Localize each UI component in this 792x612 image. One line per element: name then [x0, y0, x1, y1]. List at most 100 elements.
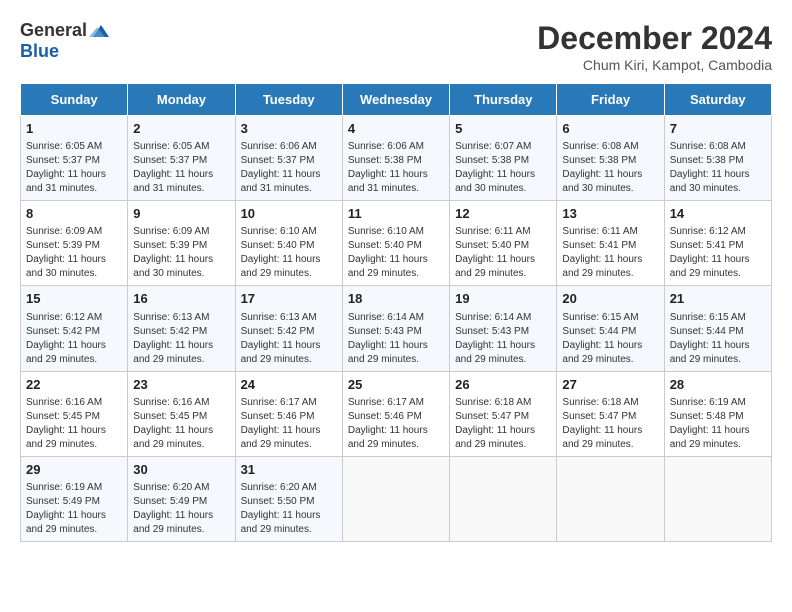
day-info: Sunrise: 6:17 AM Sunset: 5:46 PM Dayligh…: [348, 396, 444, 452]
day-cell: 4 Sunrise: 6:06 AM Sunset: 5:38 PM Daylig…: [342, 116, 449, 201]
day-cell: 25 Sunrise: 6:17 AM Sunset: 5:46 PM Dayli…: [342, 371, 449, 456]
day-cell: 23 Sunrise: 6:16 AM Sunset: 5:45 PM Dayli…: [128, 371, 235, 456]
day-number: 4: [348, 120, 444, 138]
day-number: 13: [562, 205, 658, 223]
day-cell: 17 Sunrise: 6:13 AM Sunset: 5:42 PM Dayli…: [235, 286, 342, 371]
day-number: 15: [26, 290, 122, 308]
day-number: 9: [133, 205, 229, 223]
day-cell: 6 Sunrise: 6:08 AM Sunset: 5:38 PM Daylig…: [557, 116, 664, 201]
day-number: 31: [241, 461, 337, 479]
day-number: 12: [455, 205, 551, 223]
day-info: Sunrise: 6:08 AM Sunset: 5:38 PM Dayligh…: [562, 140, 658, 196]
day-info: Sunrise: 6:20 AM Sunset: 5:50 PM Dayligh…: [241, 481, 337, 537]
day-number: 27: [562, 376, 658, 394]
header-cell-thursday: Thursday: [450, 84, 557, 116]
day-number: 6: [562, 120, 658, 138]
title-block: December 2024 Chum Kiri, Kampot, Cambodi…: [537, 20, 772, 73]
day-cell: [664, 456, 771, 541]
day-info: Sunrise: 6:15 AM Sunset: 5:44 PM Dayligh…: [670, 311, 766, 367]
location-subtitle: Chum Kiri, Kampot, Cambodia: [537, 57, 772, 73]
week-row-1: 1 Sunrise: 6:05 AM Sunset: 5:37 PM Daylig…: [21, 116, 772, 201]
day-info: Sunrise: 6:07 AM Sunset: 5:38 PM Dayligh…: [455, 140, 551, 196]
day-info: Sunrise: 6:13 AM Sunset: 5:42 PM Dayligh…: [133, 311, 229, 367]
day-number: 21: [670, 290, 766, 308]
day-cell: 20Sunrise: 6:15 AM Sunset: 5:44 PM Dayli…: [557, 286, 664, 371]
day-info: Sunrise: 6:16 AM Sunset: 5:45 PM Dayligh…: [133, 396, 229, 452]
day-cell: 30Sunrise: 6:20 AM Sunset: 5:49 PM Dayli…: [128, 456, 235, 541]
day-number: 23: [133, 376, 229, 394]
calendar-header: SundayMondayTuesdayWednesdayThursdayFrid…: [21, 84, 772, 116]
day-cell: 24 Sunrise: 6:17 AM Sunset: 5:46 PM Dayli…: [235, 371, 342, 456]
day-cell: 8Sunrise: 6:09 AM Sunset: 5:39 PM Daylig…: [21, 201, 128, 286]
day-number: 7: [670, 120, 766, 138]
day-number: 20: [562, 290, 658, 308]
day-cell: 22Sunrise: 6:16 AM Sunset: 5:45 PM Dayli…: [21, 371, 128, 456]
month-year-title: December 2024: [537, 20, 772, 57]
day-info: Sunrise: 6:14 AM Sunset: 5:43 PM Dayligh…: [348, 311, 444, 367]
day-number: 18: [348, 290, 444, 308]
header-cell-saturday: Saturday: [664, 84, 771, 116]
day-info: Sunrise: 6:14 AM Sunset: 5:43 PM Dayligh…: [455, 311, 551, 367]
day-info: Sunrise: 6:13 AM Sunset: 5:42 PM Dayligh…: [241, 311, 337, 367]
day-number: 14: [670, 205, 766, 223]
logo: General Blue: [20, 20, 113, 62]
day-cell: 29 Sunrise: 6:19 AM Sunset: 5:49 PM Dayli…: [21, 456, 128, 541]
day-number: 10: [241, 205, 337, 223]
day-number: 5: [455, 120, 551, 138]
day-number: 28: [670, 376, 766, 394]
day-info: Sunrise: 6:11 AM Sunset: 5:40 PM Dayligh…: [455, 225, 551, 281]
logo-blue-text: Blue: [20, 41, 59, 62]
day-info: Sunrise: 6:06 AM Sunset: 5:38 PM Dayligh…: [348, 140, 444, 196]
day-cell: 19 Sunrise: 6:14 AM Sunset: 5:43 PM Dayli…: [450, 286, 557, 371]
day-cell: 14 Sunrise: 6:12 AM Sunset: 5:41 PM Dayli…: [664, 201, 771, 286]
day-info: Sunrise: 6:06 AM Sunset: 5:37 PM Dayligh…: [241, 140, 337, 196]
header-cell-tuesday: Tuesday: [235, 84, 342, 116]
day-info: Sunrise: 6:18 AM Sunset: 5:47 PM Dayligh…: [455, 396, 551, 452]
day-cell: 31 Sunrise: 6:20 AM Sunset: 5:50 PM Dayli…: [235, 456, 342, 541]
calendar-body: 1 Sunrise: 6:05 AM Sunset: 5:37 PM Daylig…: [21, 116, 772, 542]
day-info: Sunrise: 6:12 AM Sunset: 5:41 PM Dayligh…: [670, 225, 766, 281]
day-cell: [450, 456, 557, 541]
day-number: 19: [455, 290, 551, 308]
day-info: Sunrise: 6:17 AM Sunset: 5:46 PM Dayligh…: [241, 396, 337, 452]
day-cell: [342, 456, 449, 541]
day-cell: 7 Sunrise: 6:08 AM Sunset: 5:38 PM Daylig…: [664, 116, 771, 201]
day-cell: 12 Sunrise: 6:11 AM Sunset: 5:40 PM Dayli…: [450, 201, 557, 286]
header-cell-wednesday: Wednesday: [342, 84, 449, 116]
day-number: 26: [455, 376, 551, 394]
day-cell: 28Sunrise: 6:19 AM Sunset: 5:48 PM Dayli…: [664, 371, 771, 456]
header-cell-monday: Monday: [128, 84, 235, 116]
day-info: Sunrise: 6:10 AM Sunset: 5:40 PM Dayligh…: [348, 225, 444, 281]
day-info: Sunrise: 6:05 AM Sunset: 5:37 PM Dayligh…: [133, 140, 229, 196]
day-info: Sunrise: 6:11 AM Sunset: 5:41 PM Dayligh…: [562, 225, 658, 281]
header-row: SundayMondayTuesdayWednesdayThursdayFrid…: [21, 84, 772, 116]
day-number: 11: [348, 205, 444, 223]
day-number: 16: [133, 290, 229, 308]
day-number: 25: [348, 376, 444, 394]
day-cell: 13 Sunrise: 6:11 AM Sunset: 5:41 PM Dayli…: [557, 201, 664, 286]
day-info: Sunrise: 6:19 AM Sunset: 5:49 PM Dayligh…: [26, 481, 122, 537]
day-number: 1: [26, 120, 122, 138]
day-number: 29: [26, 461, 122, 479]
day-number: 22: [26, 376, 122, 394]
day-number: 2: [133, 120, 229, 138]
day-cell: 27 Sunrise: 6:18 AM Sunset: 5:47 PM Dayli…: [557, 371, 664, 456]
week-row-2: 8Sunrise: 6:09 AM Sunset: 5:39 PM Daylig…: [21, 201, 772, 286]
day-cell: 16 Sunrise: 6:13 AM Sunset: 5:42 PM Dayli…: [128, 286, 235, 371]
logo-general-text: General: [20, 20, 87, 41]
week-row-5: 29 Sunrise: 6:19 AM Sunset: 5:49 PM Dayli…: [21, 456, 772, 541]
day-info: Sunrise: 6:20 AM Sunset: 5:49 PM Dayligh…: [133, 481, 229, 537]
day-number: 3: [241, 120, 337, 138]
day-info: Sunrise: 6:18 AM Sunset: 5:47 PM Dayligh…: [562, 396, 658, 452]
day-info: Sunrise: 6:09 AM Sunset: 5:39 PM Dayligh…: [26, 225, 122, 281]
day-number: 24: [241, 376, 337, 394]
day-info: Sunrise: 6:05 AM Sunset: 5:37 PM Dayligh…: [26, 140, 122, 196]
day-number: 17: [241, 290, 337, 308]
day-info: Sunrise: 6:08 AM Sunset: 5:38 PM Dayligh…: [670, 140, 766, 196]
day-cell: 10Sunrise: 6:10 AM Sunset: 5:40 PM Dayli…: [235, 201, 342, 286]
day-info: Sunrise: 6:12 AM Sunset: 5:42 PM Dayligh…: [26, 311, 122, 367]
day-cell: 5 Sunrise: 6:07 AM Sunset: 5:38 PM Daylig…: [450, 116, 557, 201]
day-cell: 1 Sunrise: 6:05 AM Sunset: 5:37 PM Daylig…: [21, 116, 128, 201]
day-cell: 21 Sunrise: 6:15 AM Sunset: 5:44 PM Dayli…: [664, 286, 771, 371]
day-cell: 2 Sunrise: 6:05 AM Sunset: 5:37 PM Daylig…: [128, 116, 235, 201]
